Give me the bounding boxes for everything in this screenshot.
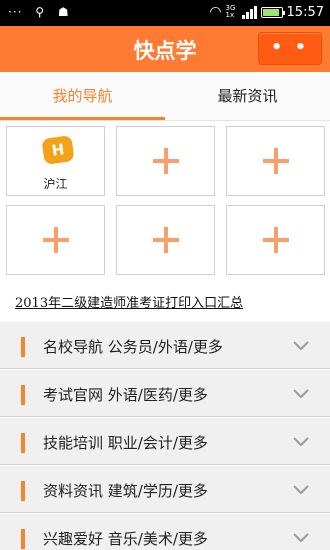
add-nav-item-button[interactable] [6,205,105,275]
tab-bar: 我的导航 最新资讯 [0,72,330,121]
battery-icon [260,6,285,18]
category-row-famous-schools[interactable]: 名校导航 公务员/外语/更多 [0,321,330,369]
battery-level [262,8,279,16]
add-nav-item-button[interactable] [226,205,325,275]
accent-bar [21,529,25,549]
add-nav-item-button[interactable] [226,126,325,196]
android-icon: ☗ [57,5,70,19]
category-row-exam-sites[interactable]: 考试官网 外语/医药/更多 [0,369,330,417]
plus-icon [152,227,179,253]
wifi-icon: ◠ [209,4,222,20]
category-label: 技能培训 职业/会计/更多 [43,434,208,452]
chevron-down-icon[interactable] [292,480,310,498]
plus-icon [262,227,289,253]
status-right: ◠ 3G 1x 15:57 [209,4,324,20]
category-label: 资料资讯 建筑/学历/更多 [43,482,208,500]
accent-bar [21,481,25,501]
hujiang-logo-icon: H [41,135,75,165]
status-left-icons: ··· ⚲ ☗ [8,5,78,19]
plus-icon [152,148,179,174]
more-dots-icon: ··· [8,5,23,19]
accent-bar [21,337,25,357]
status-time: 15:57 [286,4,324,20]
network-type: 3G 1x [226,5,238,19]
chevron-down-icon[interactable] [292,384,310,402]
plus-icon [42,227,69,253]
status-bar: ··· ⚲ ☗ ◠ 3G 1x 15:57 [0,0,330,26]
tab-latest-news[interactable]: 最新资讯 [165,72,330,120]
category-label: 兴趣爱好 音乐/美术/更多 [43,530,208,548]
chevron-down-icon[interactable] [292,432,310,450]
category-row-skills-training[interactable]: 技能培训 职业/会计/更多 [0,417,330,465]
nav-grid: H 沪江 [0,121,330,281]
accent-bar [21,385,25,405]
add-nav-item-button[interactable] [116,126,215,196]
usb-icon: ⚲ [35,5,46,19]
nav-item-label: 沪江 [43,177,68,191]
chevron-down-icon[interactable] [292,528,310,546]
chevron-down-icon[interactable] [292,336,310,354]
category-row-materials[interactable]: 资料资讯 建筑/学历/更多 [0,465,330,513]
news-banner: 2013年二级建造师准考证打印入口汇总 [0,281,330,321]
accent-bar [21,433,25,453]
tab-my-navigation[interactable]: 我的导航 [0,72,165,120]
category-row-hobbies[interactable]: 兴趣爱好 音乐/美术/更多 [0,513,330,550]
category-label: 名校导航 公务员/外语/更多 [43,338,223,356]
menu-button[interactable]: • • • [258,32,322,88]
news-banner-link[interactable]: 2013年二级建造师准考证打印入口汇总 [15,292,243,311]
nav-item-hujiang[interactable]: H 沪江 [6,126,105,196]
network-sub-label: 1x [225,11,235,19]
add-nav-item-button[interactable] [116,205,215,275]
signal-icon [241,5,257,19]
plus-icon [262,148,289,174]
app-header: 快点学 • • • [0,26,330,88]
category-label: 考试官网 外语/医药/更多 [43,386,208,404]
